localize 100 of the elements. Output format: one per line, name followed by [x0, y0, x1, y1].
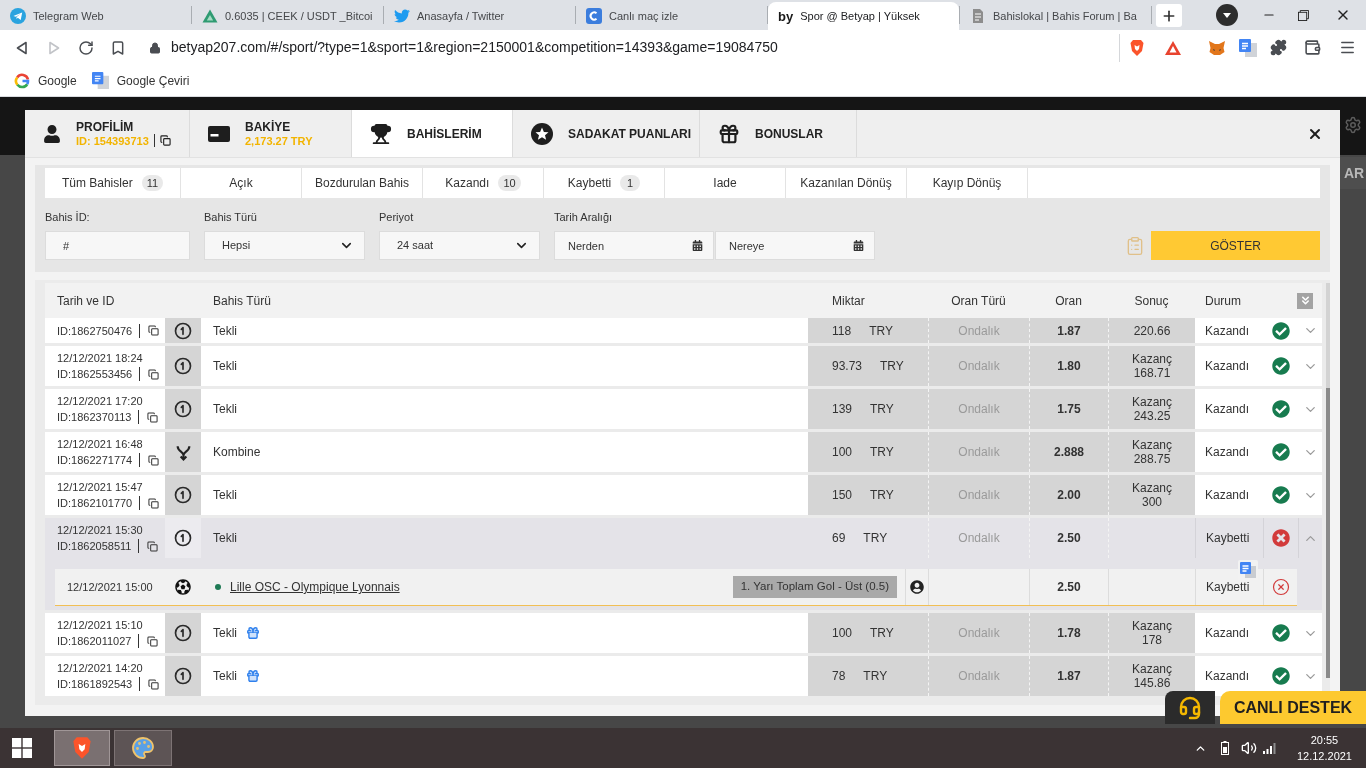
table-cell: 2.888 — [1029, 432, 1108, 472]
puzzle-icon[interactable] — [1270, 39, 1287, 56]
filter-tab[interactable]: Açık — [181, 168, 302, 198]
currency-text: TRY — [870, 625, 894, 642]
signal-icon[interactable] — [1262, 742, 1277, 754]
result-label: Kazanç — [1132, 438, 1172, 452]
count-badge: 11 — [141, 175, 164, 191]
bet-id-field[interactable]: # — [45, 231, 190, 260]
wallet-icon[interactable] — [1304, 39, 1321, 56]
filter-tab[interactable]: Kayıp Dönüş — [907, 168, 1028, 198]
bet-date: 12/12/2021 18:24 — [57, 351, 144, 366]
table-cell: Ondalık — [928, 432, 1029, 472]
result-value: 145.86 — [1133, 676, 1171, 690]
gear-icon — [1344, 116, 1362, 134]
paper-plane-icon — [10, 8, 26, 24]
table-cell: 1.78 — [1029, 613, 1108, 653]
restore-icon[interactable] — [1297, 9, 1309, 21]
amount-value: 100 — [832, 444, 853, 461]
bet-date: 12/12/2021 14:20 — [57, 661, 144, 676]
taskbar-app-button[interactable] — [114, 730, 172, 766]
browser-tab[interactable]: by Spor @ Betyap | Yüksek — [768, 2, 959, 30]
bookmark-icon[interactable] — [110, 39, 126, 56]
browser-tab[interactable]: Telegram Web — [0, 2, 191, 30]
match-link[interactable]: Lille OSC - Olympique Lyonnais — [230, 578, 400, 596]
count-badge: 1 — [620, 175, 641, 191]
show-button[interactable]: GÖSTER — [1151, 231, 1320, 260]
new-tab-button[interactable] — [1156, 4, 1182, 27]
shield-icon — [71, 736, 93, 760]
browser-tab[interactable]: Canlı maç izle — [576, 2, 767, 30]
column-header: Tarih ve ID — [56, 292, 116, 310]
clipboard-icon[interactable] — [1125, 234, 1145, 258]
account-value: 2,173.27 TRY — [245, 133, 313, 148]
result-label: Kazanç — [1132, 662, 1172, 676]
headset-icon[interactable] — [1165, 691, 1215, 724]
filter-tab[interactable]: Kazandı 10 — [423, 168, 544, 198]
copy-icon[interactable] — [147, 411, 159, 423]
result-label: Kazanç — [1132, 619, 1172, 633]
triangle-icon[interactable] — [1164, 39, 1182, 56]
currency-text: TRY — [880, 358, 904, 375]
table-cell: Ondalık — [928, 518, 1029, 558]
filter-tab[interactable]: Tüm Bahisler 11 — [45, 168, 181, 198]
date-field[interactable]: Nerden — [554, 231, 714, 260]
bookmark-item[interactable]: Google — [14, 71, 77, 90]
browser-tab[interactable]: Anasayfa / Twitter — [384, 2, 575, 30]
filter-tab[interactable]: Iade — [665, 168, 786, 198]
live-support-button[interactable]: CANLI DESTEK — [1220, 691, 1366, 724]
filter-tab[interactable]: Kaybetti 1 — [544, 168, 665, 198]
date-field[interactable]: Nereye — [715, 231, 875, 260]
bet-type: Tekli — [213, 625, 237, 642]
copy-icon[interactable] — [147, 540, 159, 552]
shield-icon[interactable] — [1129, 38, 1145, 57]
overlapping-squares-icon[interactable] — [1239, 38, 1257, 57]
result-value: 288.75 — [1133, 452, 1171, 466]
scrollbar[interactable] — [1326, 283, 1330, 678]
currency-text: TRY — [863, 530, 888, 547]
copy-icon[interactable] — [148, 497, 160, 509]
gift-icon — [246, 669, 260, 683]
bet-id: ID:1862553456 — [57, 367, 133, 382]
reload-icon[interactable] — [78, 39, 94, 56]
address-bar[interactable]: betyap207.com/#/sport/?type=1&sport=1&region=2150001&competition=14393&game=19084750 — [140, 33, 1120, 62]
account-value: ID: 154393713 — [76, 133, 149, 148]
ring-logo-icon — [14, 72, 30, 89]
currency-text: TRY — [870, 401, 894, 418]
filter-tab[interactable]: Bozdurulan Bahis — [302, 168, 423, 198]
bookmark-item[interactable]: Google Çeviri — [91, 71, 190, 90]
squares-tile-icon[interactable] — [1238, 560, 1258, 580]
copy-icon[interactable] — [159, 135, 171, 146]
column-header: Oran Türü — [950, 292, 1007, 310]
amount-value: 78 — [832, 668, 846, 685]
column-header: Bahis Türü — [212, 292, 272, 310]
copy-icon[interactable] — [148, 368, 160, 380]
tab-search-icon[interactable] — [1216, 4, 1238, 26]
card-icon — [208, 125, 230, 142]
triangle-logo-icon — [202, 8, 218, 24]
overlapping-squares-icon — [91, 72, 109, 89]
copy-icon[interactable] — [148, 678, 160, 690]
table-cell: 2.00 — [1029, 475, 1108, 515]
copy-icon[interactable] — [148, 325, 160, 336]
amount-value: 100 — [832, 625, 853, 642]
browser-tab[interactable]: 0.6035 | CEEK / USDT _Bitcoi — [192, 2, 383, 30]
back-icon[interactable] — [14, 39, 30, 56]
circled-one-icon — [173, 356, 193, 376]
result-label: Kazanç — [1132, 395, 1172, 409]
speaker-icon[interactable] — [1240, 740, 1257, 756]
account-tab[interactable]: BAHİSLERİM — [352, 110, 513, 157]
table-cell: 1.87 — [1029, 656, 1108, 696]
windows-icon[interactable] — [12, 738, 32, 758]
dropdown-select[interactable]: Hepsi — [204, 231, 365, 260]
copy-icon[interactable] — [147, 635, 159, 647]
field-label: Bahis Türü — [204, 211, 258, 223]
menu-icon[interactable] — [1339, 39, 1356, 56]
bet-id: ID:1862750476 — [57, 323, 133, 339]
browser-tab[interactable]: Bahislokal | Bahis Forum | Ba — [960, 2, 1151, 30]
filter-tab[interactable]: Kazanılan Dönüş — [786, 168, 907, 198]
copy-icon[interactable] — [148, 454, 160, 466]
battery-icon[interactable] — [1220, 741, 1229, 755]
table-cell: Kazandı — [1195, 346, 1263, 386]
dropdown-select[interactable]: 24 saat — [379, 231, 540, 260]
fox-icon[interactable] — [1208, 39, 1226, 56]
table-cell-text: 12/12/2021 15:00 — [66, 579, 154, 595]
